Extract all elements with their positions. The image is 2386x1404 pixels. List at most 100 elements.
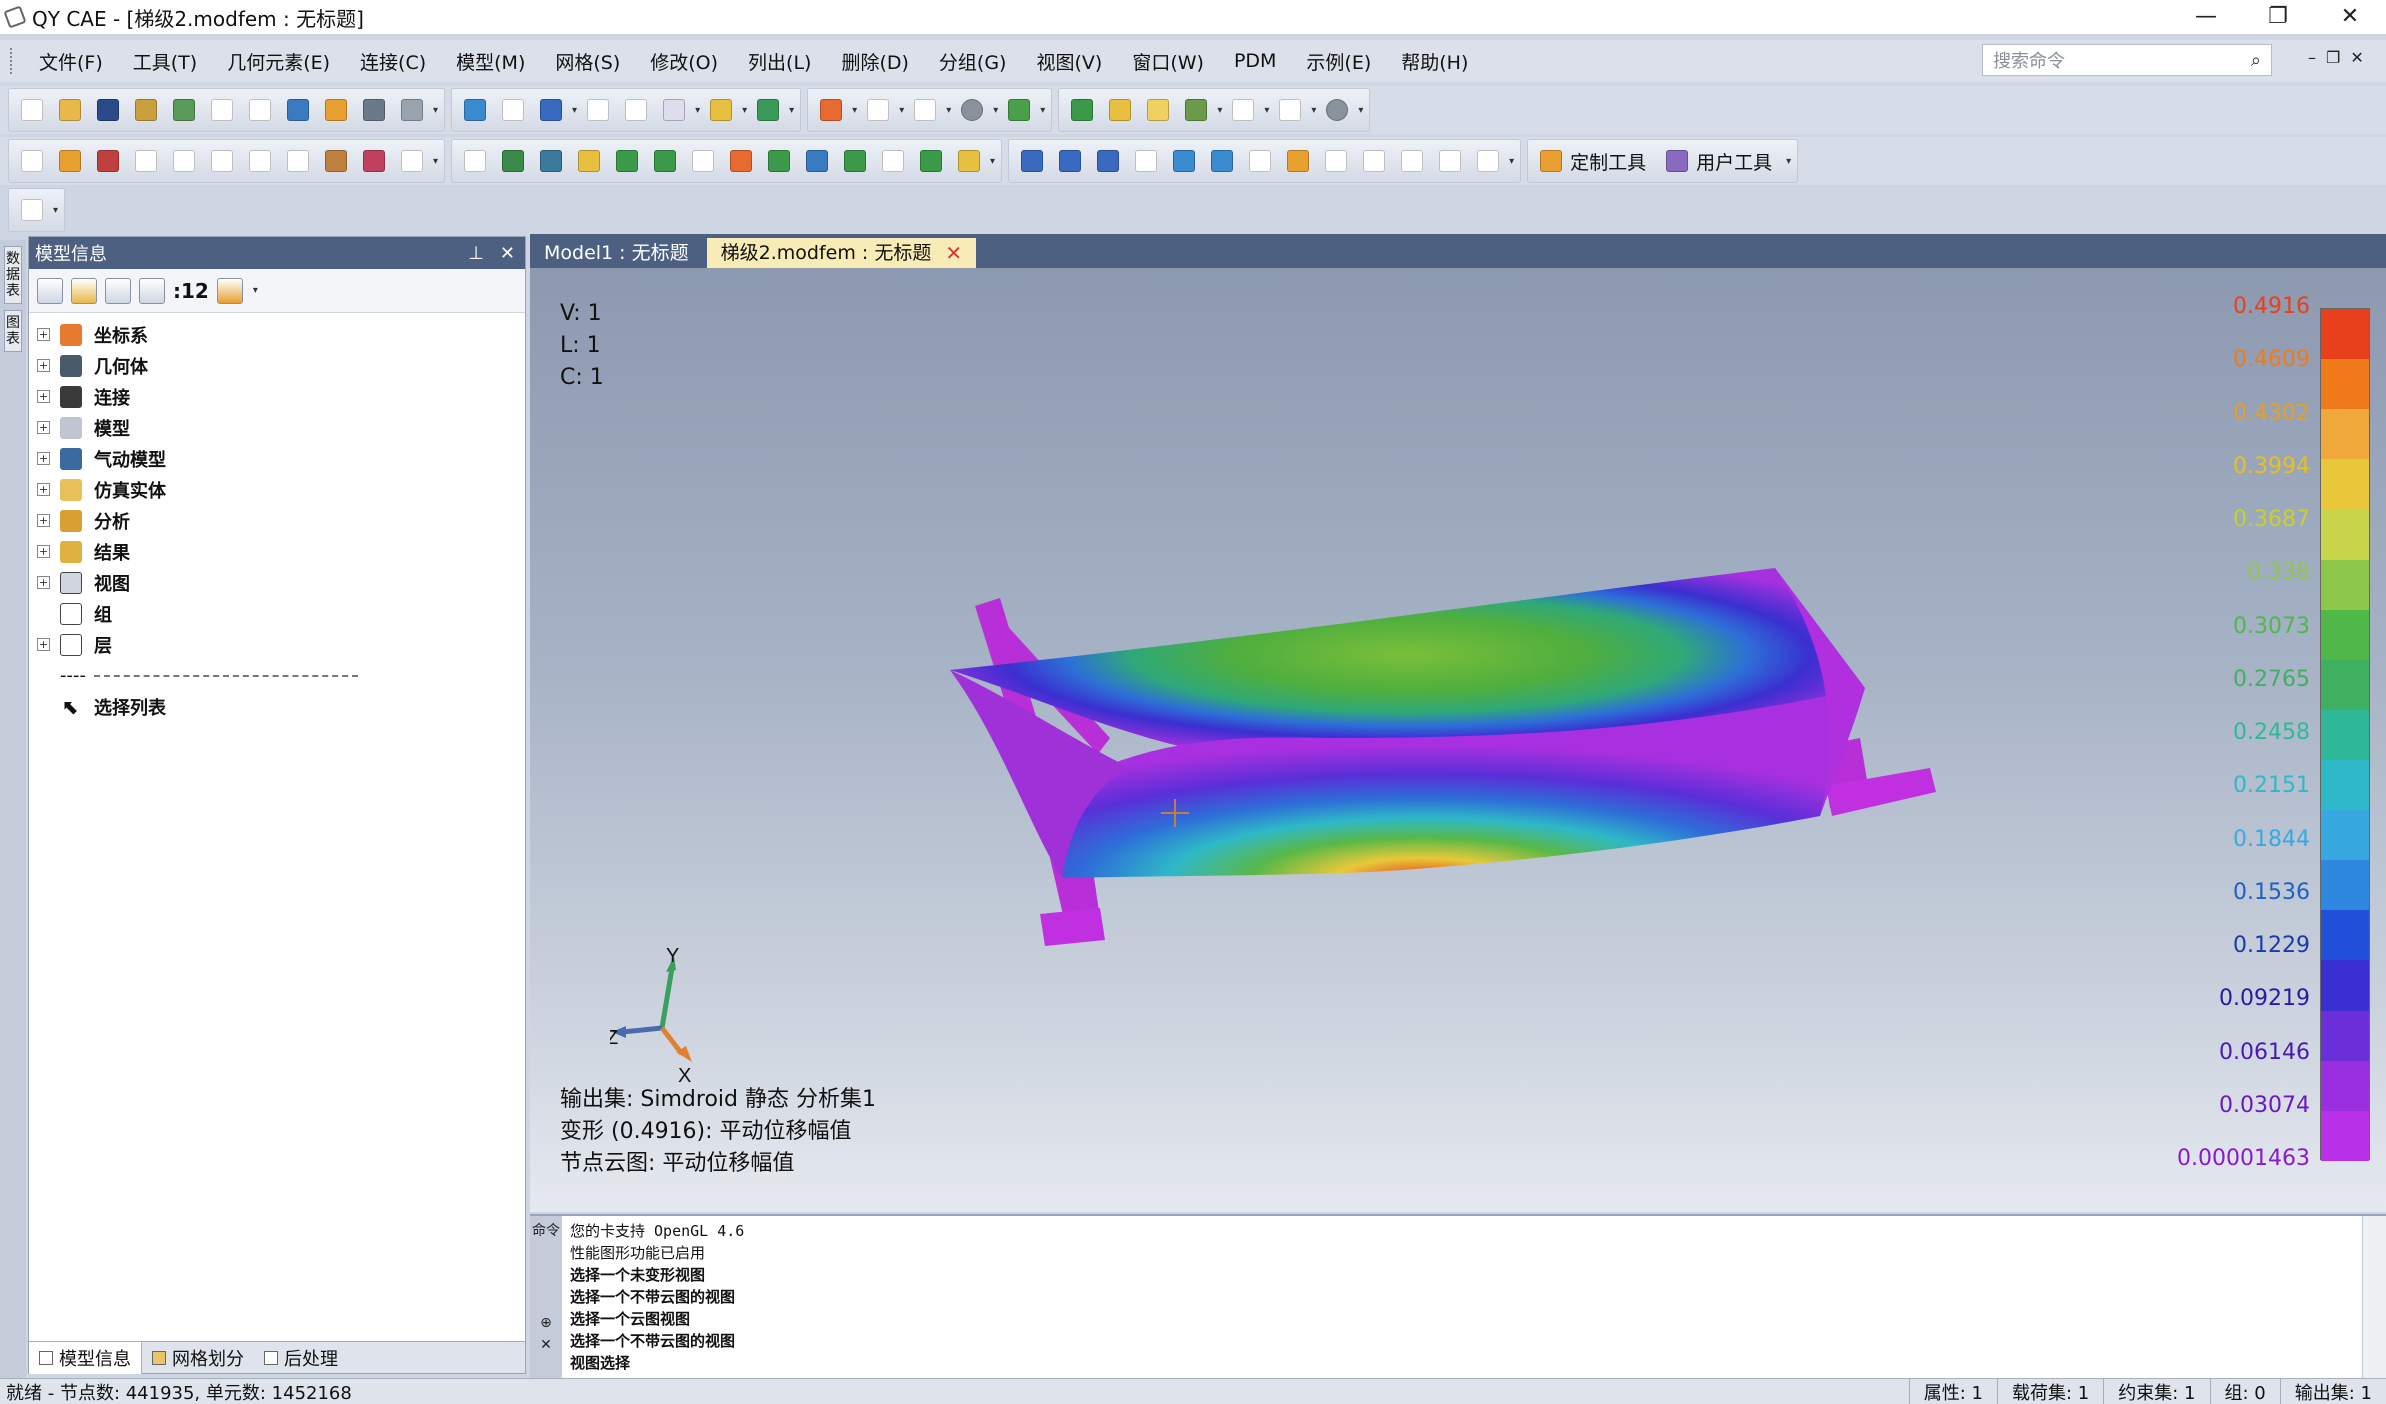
export-button[interactable]	[282, 94, 314, 126]
menu-grip[interactable]	[10, 48, 16, 74]
calc-button[interactable]	[282, 145, 314, 177]
text-button[interactable]	[687, 145, 719, 177]
assembly-button[interactable]	[459, 145, 491, 177]
measure-button[interactable]	[705, 94, 737, 126]
expand-icon[interactable]: +	[37, 514, 50, 527]
pencil-button[interactable]	[1104, 94, 1136, 126]
tree-item-layer[interactable]: + 层	[37, 629, 525, 660]
tree-item-coordinate-system[interactable]: + 坐标系	[37, 319, 525, 350]
tree-item-geometry[interactable]: + 几何体	[37, 350, 525, 381]
volume-button[interactable]	[725, 145, 757, 177]
dropdown-arrow-icon[interactable]: ▾	[1509, 156, 1514, 167]
pin-icon[interactable]: ⊥	[468, 243, 484, 264]
dropdown-arrow-icon[interactable]: ▾	[1311, 105, 1316, 116]
custom-tools-icon[interactable]	[1535, 145, 1567, 177]
notes-button[interactable]	[1472, 145, 1504, 177]
menu-geometry[interactable]: 几何元素(E)	[212, 48, 345, 75]
stack-button[interactable]	[92, 145, 124, 177]
group-button[interactable]	[1282, 145, 1314, 177]
print-button[interactable]	[396, 94, 428, 126]
library-button[interactable]	[320, 94, 352, 126]
tab-model1[interactable]: Model1 : 无标题	[530, 238, 703, 268]
layers-button[interactable]	[1244, 145, 1276, 177]
menu-pdm[interactable]: PDM	[1219, 50, 1291, 72]
dropdown-arrow-icon[interactable]: ▾	[990, 156, 995, 167]
data-table-tab[interactable]: 数据表	[4, 246, 22, 304]
tree-button[interactable]	[16, 145, 48, 177]
tree-item-group[interactable]: 组	[37, 598, 525, 629]
tree-item-view[interactable]: + 视图	[37, 567, 525, 598]
fe-model-contour[interactable]	[530, 268, 2386, 1212]
link-button[interactable]	[130, 94, 162, 126]
menu-delete[interactable]: 删除(D)	[826, 48, 923, 75]
tree-item-aero-model[interactable]: + 气动模型	[37, 443, 525, 474]
list-button[interactable]	[582, 94, 614, 126]
dropdown-arrow-icon[interactable]: ▾	[253, 285, 258, 296]
checklist-button[interactable]	[620, 94, 652, 126]
dropdown-arrow-icon[interactable]: ▾	[1358, 105, 1363, 116]
expand-icon[interactable]: +	[37, 421, 50, 434]
dropdown-arrow-icon[interactable]: ▾	[433, 156, 438, 167]
point-button[interactable]	[573, 145, 605, 177]
dropdown-arrow-icon[interactable]: ▾	[789, 105, 794, 116]
console-scrollbar[interactable]	[2362, 1216, 2386, 1378]
expand-icon[interactable]: +	[37, 576, 50, 589]
tab-step2[interactable]: 梯级2.modfem : 无标题 ✕	[706, 238, 977, 268]
dropdown-arrow-icon[interactable]: ▾	[1040, 105, 1045, 116]
refresh-button[interactable]	[358, 94, 390, 126]
mdi-restore-button[interactable]: ❐	[2326, 48, 2340, 67]
tree-item-connection[interactable]: + 连接	[37, 381, 525, 412]
tree-item-sim-entity[interactable]: + 仿真实体	[37, 474, 525, 505]
align-right-button[interactable]	[1092, 145, 1124, 177]
paste-button[interactable]	[1358, 145, 1390, 177]
dropdown-arrow-icon[interactable]: ▾	[1217, 105, 1222, 116]
table2-button[interactable]	[877, 145, 909, 177]
new-file-button[interactable]	[16, 94, 48, 126]
dropdown-arrow-icon[interactable]: ▾	[852, 105, 857, 116]
chart-tab[interactable]: 图表	[4, 310, 22, 352]
share-button[interactable]	[1434, 145, 1466, 177]
menu-connect[interactable]: 连接(C)	[345, 48, 441, 75]
solid-button[interactable]	[497, 145, 529, 177]
snap-button[interactable]	[752, 94, 784, 126]
mesh-button[interactable]	[396, 145, 428, 177]
contour-button[interactable]	[1168, 145, 1200, 177]
window-select-button[interactable]	[497, 94, 529, 126]
close-tab-icon[interactable]: ✕	[945, 238, 962, 268]
menu-modify[interactable]: 修改(O)	[635, 48, 733, 75]
rotate-button[interactable]	[535, 94, 567, 126]
dropdown-arrow-icon[interactable]: ▾	[946, 105, 951, 116]
dropdown-arrow-icon[interactable]: ▾	[1786, 156, 1791, 167]
expand-icon[interactable]: +	[37, 390, 50, 403]
grid-button[interactable]	[244, 94, 276, 126]
dropdown-arrow-icon[interactable]: ▾	[993, 105, 998, 116]
menu-tools[interactable]: 工具(T)	[118, 48, 212, 75]
copy-button[interactable]	[1320, 145, 1352, 177]
mdi-close-button[interactable]: ✕	[2350, 48, 2363, 67]
dropdown-arrow-icon[interactable]: ▾	[572, 105, 577, 116]
brush-button[interactable]	[953, 145, 985, 177]
database-button[interactable]	[1180, 94, 1212, 126]
expand-icon[interactable]: +	[37, 359, 50, 372]
contour2-button[interactable]	[1206, 145, 1238, 177]
save-file-button[interactable]	[92, 94, 124, 126]
frame-button[interactable]	[1274, 94, 1306, 126]
box-select-button[interactable]	[909, 94, 941, 126]
align-center-button[interactable]	[1054, 145, 1086, 177]
chart-button[interactable]	[130, 145, 162, 177]
menu-help[interactable]: 帮助(H)	[1386, 48, 1483, 75]
menu-mesh[interactable]: 网格(S)	[540, 48, 635, 75]
axis-button[interactable]	[1003, 94, 1035, 126]
menu-file[interactable]: 文件(F)	[24, 48, 118, 75]
table3-button[interactable]	[1130, 145, 1162, 177]
report-button[interactable]	[168, 145, 200, 177]
dropdown-arrow-icon[interactable]: ▾	[433, 105, 438, 116]
filter-icon[interactable]	[216, 277, 243, 304]
tree-item-results[interactable]: + 结果	[37, 536, 525, 567]
dropdown-arrow-icon[interactable]: ▾	[53, 205, 58, 216]
entity-count-icon[interactable]	[139, 277, 165, 304]
custom-tools-button[interactable]: 定制工具	[1570, 148, 1646, 175]
grid-display-button[interactable]	[1227, 94, 1259, 126]
pick-button[interactable]	[459, 94, 491, 126]
material-button[interactable]	[320, 145, 352, 177]
